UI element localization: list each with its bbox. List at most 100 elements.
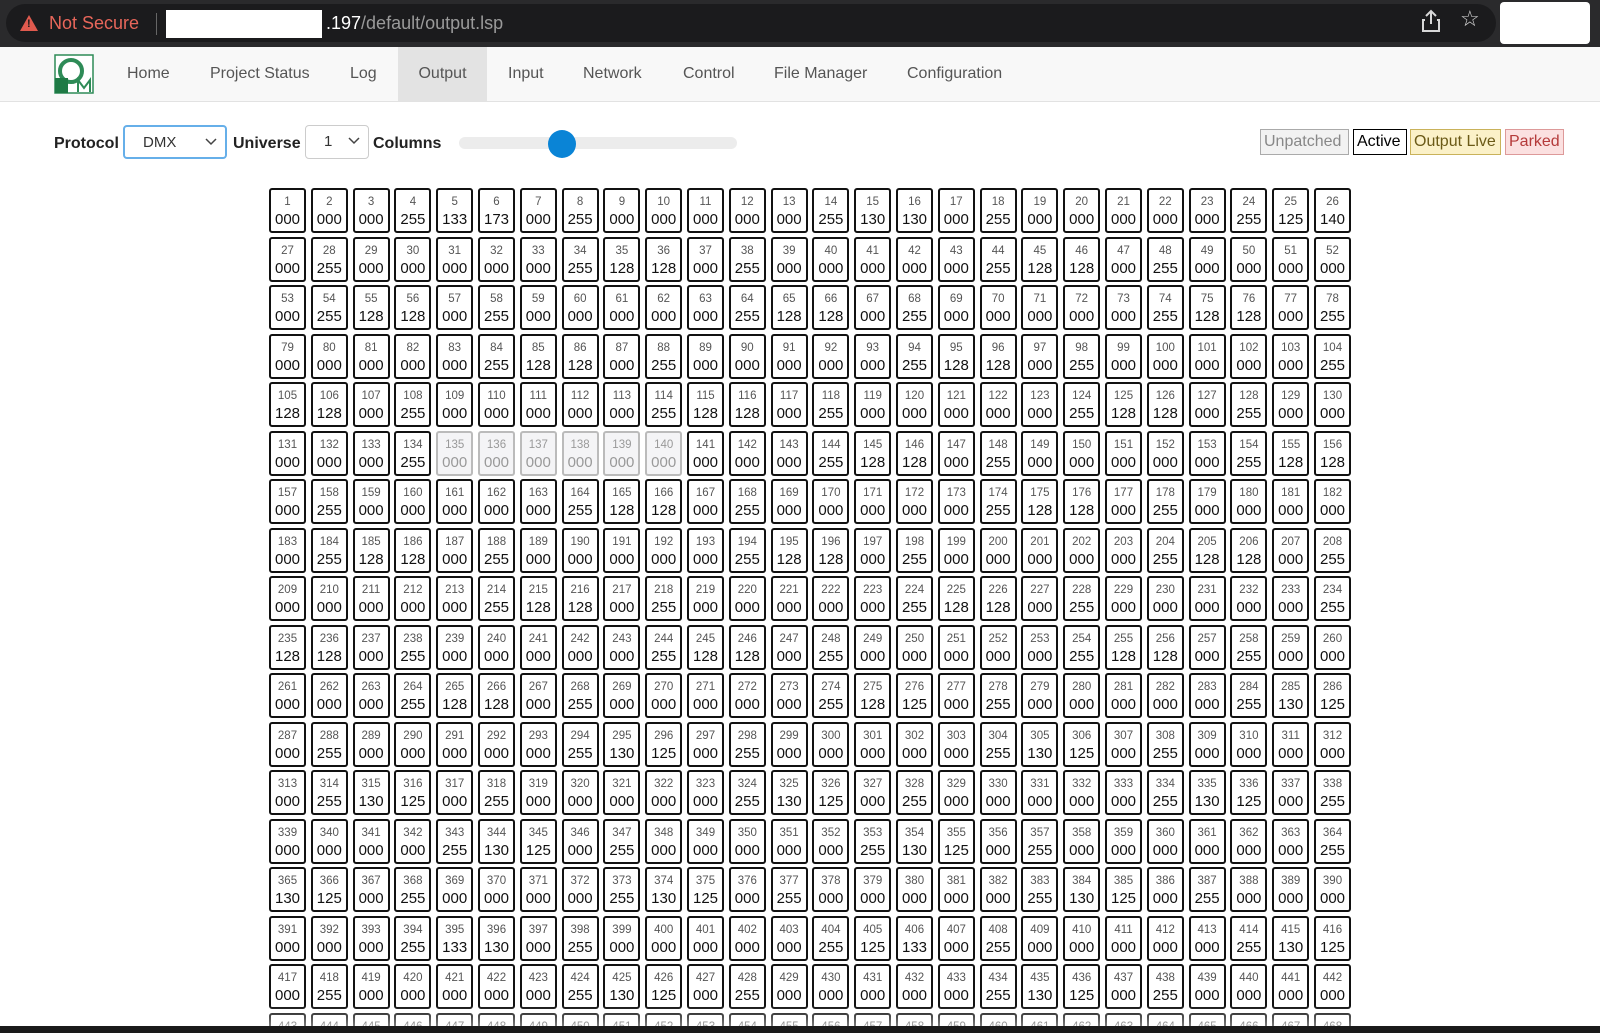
- channel-cell[interactable]: 135 000: [436, 430, 474, 476]
- channel-cell[interactable]: 354 130: [896, 818, 933, 864]
- channel-cell[interactable]: 73 000: [1105, 285, 1142, 330]
- channel-cell[interactable]: 346 000: [561, 818, 599, 864]
- channel-cell[interactable]: 159 000: [352, 479, 390, 524]
- channel-cell[interactable]: 409 000: [1021, 915, 1059, 961]
- channel-cell[interactable]: 309 000: [1188, 721, 1226, 767]
- channel-cell[interactable]: 441 000: [1272, 964, 1310, 1009]
- channel-cell[interactable]: 279 000: [1021, 673, 1059, 718]
- channel-cell[interactable]: 224 255: [896, 576, 933, 621]
- channel-cell[interactable]: 389 000: [1272, 867, 1310, 912]
- channel-cell[interactable]: 202 000: [1063, 527, 1101, 573]
- channel-cell[interactable]: 336 125: [1230, 770, 1268, 815]
- channel-cell[interactable]: 416 125: [1314, 915, 1351, 961]
- channel-cell[interactable]: 228 255: [1063, 576, 1101, 621]
- channel-cell[interactable]: 382 000: [979, 867, 1017, 912]
- channel-cell[interactable]: 284 255: [1230, 673, 1268, 718]
- channel-cell[interactable]: 71 000: [1021, 285, 1059, 330]
- channel-cell[interactable]: 103 000: [1272, 333, 1310, 379]
- channel-cell[interactable]: 12 000: [728, 188, 766, 233]
- channel-cell[interactable]: 43 000: [937, 236, 975, 282]
- channel-cell[interactable]: 373 255: [603, 867, 641, 912]
- channel-cell[interactable]: 187 000: [436, 527, 474, 573]
- channel-cell[interactable]: 164 255: [561, 479, 599, 524]
- channel-cell[interactable]: 96 128: [979, 333, 1017, 379]
- channel-cell[interactable]: 413 000: [1188, 915, 1226, 961]
- channel-cell[interactable]: 428 255: [728, 964, 766, 1009]
- channel-cell[interactable]: 368 255: [394, 867, 432, 912]
- address-bar[interactable]: ! Not Secure .197/default/output.lsp: [6, 4, 1496, 42]
- channel-cell[interactable]: 7 000: [519, 188, 557, 233]
- channel-cell[interactable]: 1 000: [269, 188, 306, 233]
- channel-cell[interactable]: 52 000: [1314, 236, 1351, 282]
- channel-cell[interactable]: 208 255: [1314, 527, 1351, 573]
- channel-cell[interactable]: 285 130: [1272, 673, 1310, 718]
- channel-cell[interactable]: 220 000: [728, 576, 766, 621]
- channel-cell[interactable]: 195 128: [770, 527, 808, 573]
- channel-cell[interactable]: 59 000: [519, 285, 557, 330]
- channel-cell[interactable]: 339 000: [269, 818, 306, 864]
- channel-cell[interactable]: 260 000: [1314, 624, 1351, 670]
- channel-cell[interactable]: 78 255: [1314, 285, 1351, 330]
- channel-cell[interactable]: 104 255: [1314, 333, 1351, 379]
- channel-cell[interactable]: 213 000: [436, 576, 474, 621]
- channel-cell[interactable]: 341 000: [352, 818, 390, 864]
- channel-cell[interactable]: 95 128: [937, 333, 975, 379]
- channel-cell[interactable]: 231 000: [1188, 576, 1226, 621]
- channel-cell[interactable]: 136 000: [478, 430, 515, 476]
- channel-cell[interactable]: 24 255: [1230, 188, 1268, 233]
- channel-cell[interactable]: 351 000: [770, 818, 808, 864]
- nav-configuration[interactable]: Configuration: [904, 47, 1005, 101]
- channel-cell[interactable]: 424 255: [561, 964, 599, 1009]
- channel-cell[interactable]: 272 000: [728, 673, 766, 718]
- channel-cell[interactable]: 88 255: [645, 333, 683, 379]
- channel-cell[interactable]: 4 255: [394, 188, 432, 233]
- channel-cell[interactable]: 133 000: [352, 430, 390, 476]
- channel-cell[interactable]: 239 000: [436, 624, 474, 670]
- channel-cell[interactable]: 75 128: [1188, 285, 1226, 330]
- channel-cell[interactable]: 94 255: [896, 333, 933, 379]
- channel-cell[interactable]: 89 000: [687, 333, 724, 379]
- channel-cell[interactable]: 17 000: [937, 188, 975, 233]
- channel-cell[interactable]: 188 255: [478, 527, 515, 573]
- channel-cell[interactable]: 327 000: [854, 770, 892, 815]
- channel-cell[interactable]: 253 000: [1021, 624, 1059, 670]
- channel-cell[interactable]: 143 000: [770, 430, 808, 476]
- channel-cell[interactable]: 438 255: [1146, 964, 1184, 1009]
- channel-cell[interactable]: 48 255: [1146, 236, 1184, 282]
- channel-cell[interactable]: 340 000: [310, 818, 348, 864]
- channel-cell[interactable]: 292 000: [478, 721, 515, 767]
- channel-cell[interactable]: 361 000: [1188, 818, 1226, 864]
- nav-project-status[interactable]: Project Status: [207, 47, 313, 101]
- channel-cell[interactable]: 140 000: [645, 430, 683, 476]
- channel-cell[interactable]: 169 000: [770, 479, 808, 524]
- channel-cell[interactable]: 21 000: [1105, 188, 1142, 233]
- channel-cell[interactable]: 322 000: [645, 770, 683, 815]
- channel-cell[interactable]: 397 000: [519, 915, 557, 961]
- channel-cell[interactable]: 67 000: [854, 285, 892, 330]
- security-status[interactable]: Not Secure: [49, 13, 139, 34]
- channel-cell[interactable]: 295 130: [603, 721, 641, 767]
- channel-cell[interactable]: 440 000: [1230, 964, 1268, 1009]
- channel-cell[interactable]: 414 255: [1230, 915, 1268, 961]
- channel-cell[interactable]: 342 000: [394, 818, 432, 864]
- channel-cell[interactable]: 116 128: [728, 382, 766, 427]
- channel-cell[interactable]: 170 000: [812, 479, 850, 524]
- channel-cell[interactable]: 211 000: [352, 576, 390, 621]
- channel-cell[interactable]: 225 128: [937, 576, 975, 621]
- channel-cell[interactable]: 383 255: [1021, 867, 1059, 912]
- channel-cell[interactable]: 196 128: [812, 527, 850, 573]
- channel-cell[interactable]: 8 255: [561, 188, 599, 233]
- channel-cell[interactable]: 102 000: [1230, 333, 1268, 379]
- channel-cell[interactable]: 114 255: [645, 382, 683, 427]
- channel-cell[interactable]: 347 255: [603, 818, 641, 864]
- channel-cell[interactable]: 317 000: [436, 770, 474, 815]
- channel-cell[interactable]: 258 255: [1230, 624, 1268, 670]
- channel-cell[interactable]: 415 130: [1272, 915, 1310, 961]
- channel-cell[interactable]: 50 000: [1230, 236, 1268, 282]
- channel-cell[interactable]: 418 255: [310, 964, 348, 1009]
- channel-cell[interactable]: 34 255: [561, 236, 599, 282]
- channel-cell[interactable]: 105 128: [269, 382, 306, 427]
- channel-cell[interactable]: 264 255: [394, 673, 432, 718]
- channel-cell[interactable]: 214 255: [478, 576, 515, 621]
- channel-cell[interactable]: 172 000: [896, 479, 933, 524]
